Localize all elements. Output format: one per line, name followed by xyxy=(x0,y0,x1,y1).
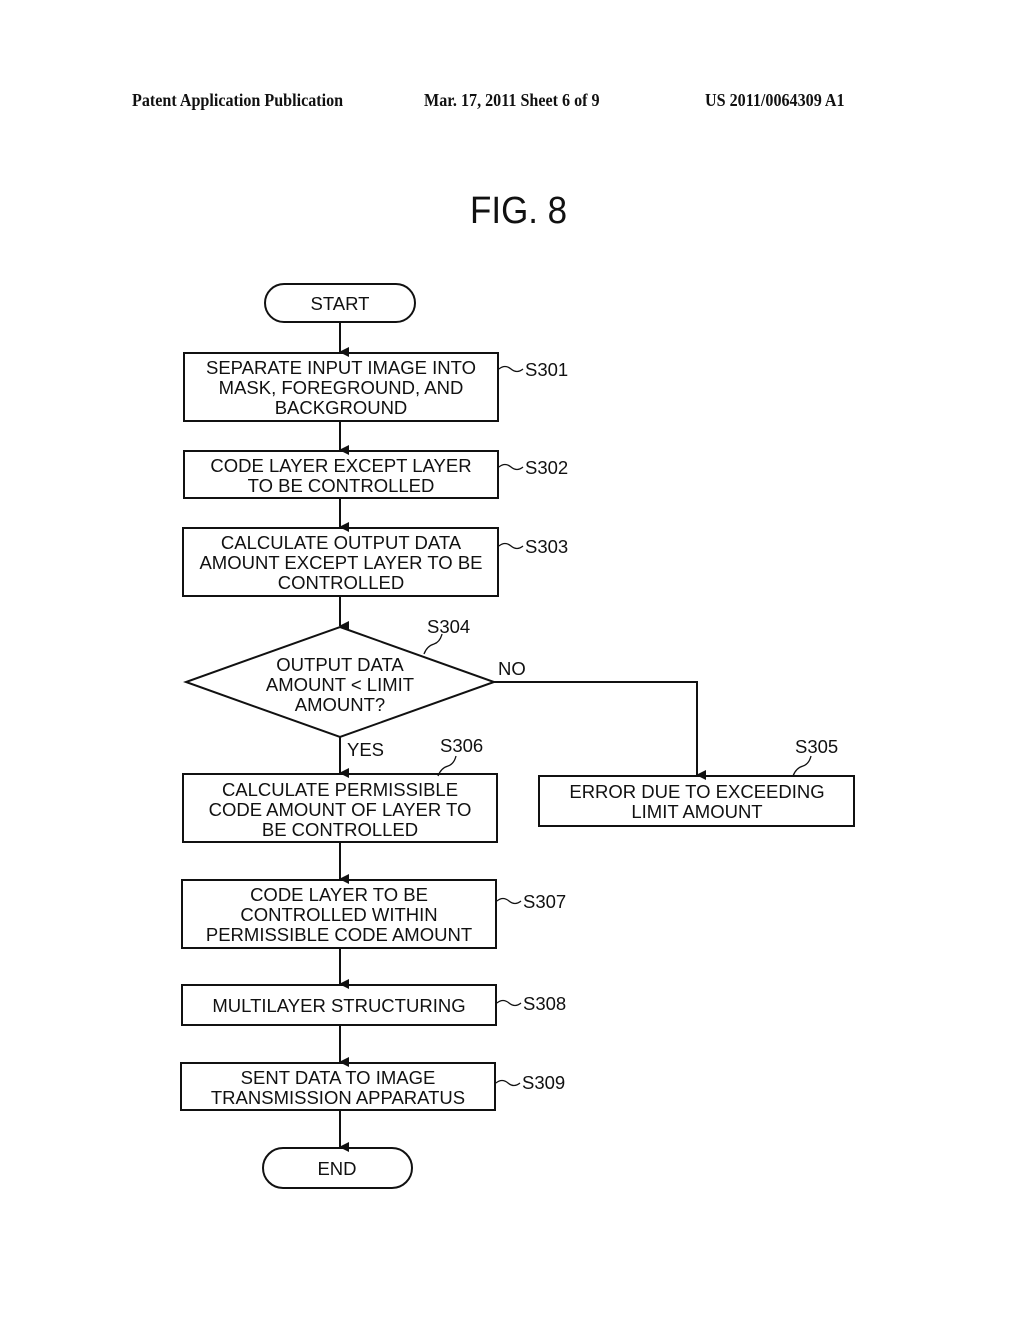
branch-label-no: NO xyxy=(498,658,526,679)
end-label: END xyxy=(317,1158,356,1179)
s303-line-2: AMOUNT EXCEPT LAYER TO BE xyxy=(199,552,482,573)
flowchart: START END SEPARATE INPUT IMAGE INTO MASK… xyxy=(180,283,855,1189)
arrow-s304-no-s305 xyxy=(494,681,706,780)
leader-s301 xyxy=(498,365,524,373)
step-id-s303: S303 xyxy=(525,536,568,557)
step-id-s304: S304 xyxy=(427,616,470,637)
step-id-s309: S309 xyxy=(522,1072,565,1093)
leader-s309 xyxy=(495,1079,521,1087)
s301-line-2: MASK, FOREGROUND, AND xyxy=(219,377,464,398)
s301-line-3: BACKGROUND xyxy=(275,397,408,418)
s306-line-1: CALCULATE PERMISSIBLE xyxy=(222,779,458,800)
branch-label-yes: YES xyxy=(347,739,384,760)
s301-line-1: SEPARATE INPUT IMAGE INTO xyxy=(206,357,476,378)
s309-line-1: SENT DATA TO IMAGE xyxy=(241,1067,436,1088)
leader-s302 xyxy=(498,463,524,471)
step-id-s302: S302 xyxy=(525,457,568,478)
s302-line-2: TO BE CONTROLLED xyxy=(248,475,435,496)
s304-line-3: AMOUNT? xyxy=(295,694,385,715)
leader-s303 xyxy=(498,542,524,550)
step-id-s308: S308 xyxy=(523,993,566,1014)
s305-line-1: ERROR DUE TO EXCEEDING xyxy=(569,781,824,802)
s308-line-1: MULTILAYER STRUCTURING xyxy=(212,995,465,1016)
s304-line-2: AMOUNT < LIMIT xyxy=(266,674,414,695)
s306-line-2: CODE AMOUNT OF LAYER TO xyxy=(209,799,472,820)
leader-s308 xyxy=(496,999,522,1007)
step-id-s305: S305 xyxy=(795,736,838,757)
step-id-s306: S306 xyxy=(440,735,483,756)
s304-line-1: OUTPUT DATA xyxy=(276,654,404,675)
s307-line-2: CONTROLLED WITHIN xyxy=(240,904,437,925)
leader-s304 xyxy=(423,633,443,655)
start-label: START xyxy=(311,293,370,314)
leader-s305 xyxy=(792,755,812,777)
s305-line-2: LIMIT AMOUNT xyxy=(631,801,762,822)
step-id-s301: S301 xyxy=(525,359,568,380)
s303-line-1: CALCULATE OUTPUT DATA xyxy=(221,532,462,553)
s302-line-1: CODE LAYER EXCEPT LAYER xyxy=(210,455,471,476)
s306-line-3: BE CONTROLLED xyxy=(262,819,418,840)
s307-line-3: PERMISSIBLE CODE AMOUNT xyxy=(206,924,472,945)
step-id-s307: S307 xyxy=(523,891,566,912)
s307-line-1: CODE LAYER TO BE xyxy=(250,884,428,905)
leader-s307 xyxy=(496,897,522,905)
s309-line-2: TRANSMISSION APPARATUS xyxy=(211,1087,465,1108)
s303-line-3: CONTROLLED xyxy=(278,572,404,593)
